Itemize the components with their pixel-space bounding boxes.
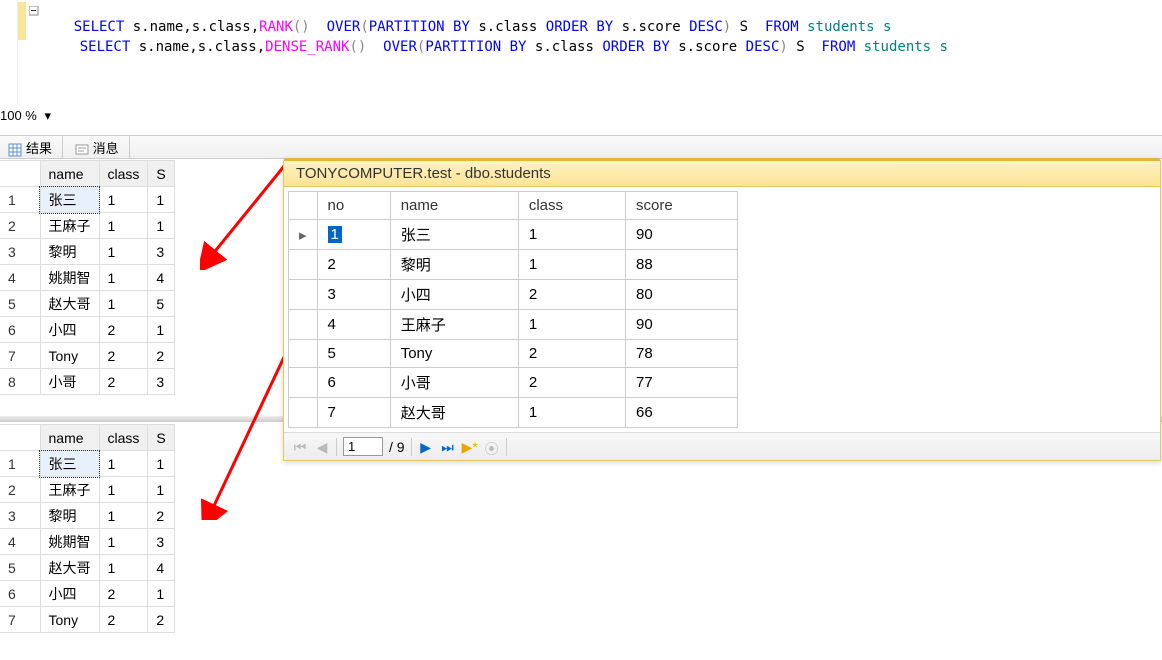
line-highlight (18, 2, 26, 40)
col-class[interactable]: class (518, 192, 625, 220)
preview-title: TONYCOMPUTER.test - dbo.students (284, 161, 1160, 187)
preview-grid[interactable]: no name class score ▸1张三190 2黎明188 3小四28… (288, 191, 738, 428)
col-name[interactable]: name (40, 425, 99, 451)
table-row[interactable]: 5Tony278 (289, 340, 738, 368)
nav-stop-icon[interactable]: ⦿ (484, 439, 500, 455)
grid-icon (8, 143, 22, 157)
nav-next-icon[interactable]: ▶ (418, 439, 434, 455)
table-preview-window[interactable]: TONYCOMPUTER.test - dbo.students no name… (283, 158, 1161, 461)
row-indicator-header (289, 192, 318, 220)
annotation-arrow-1 (200, 160, 290, 270)
col-name[interactable]: name (390, 192, 518, 220)
record-navigator: ⏮ ◀ / 9 ▶ ⏭ ▶* ⦿ (284, 432, 1160, 460)
separator (411, 438, 412, 456)
table-row[interactable]: 4姚期智14 (0, 265, 174, 291)
selected-cell[interactable]: 1 (328, 226, 342, 243)
result-grid-1[interactable]: name class S 1张三11 2王麻子11 3黎明13 4姚期智14 5… (0, 160, 175, 395)
table-row[interactable]: 8小哥23 (0, 369, 174, 395)
table-row[interactable]: 1张三11 (0, 187, 174, 213)
nav-new-icon[interactable]: ▶* (462, 439, 478, 455)
table-row[interactable]: 5赵大哥15 (0, 291, 174, 317)
col-name[interactable]: name (40, 161, 99, 187)
table-row[interactable]: 4王麻子190 (289, 310, 738, 340)
tab-messages-label: 消息 (93, 141, 119, 156)
nav-last-icon[interactable]: ⏭ (440, 439, 456, 455)
table-row[interactable]: 6小四21 (0, 581, 174, 607)
col-class[interactable]: class (99, 425, 148, 451)
row-header-blank (0, 425, 40, 451)
nav-total: / 9 (389, 439, 405, 455)
col-score[interactable]: score (625, 192, 737, 220)
table-row[interactable]: 6小哥277 (289, 368, 738, 398)
table-row[interactable]: 1张三11 (0, 451, 174, 477)
separator (336, 438, 337, 456)
annotation-arrow-2 (200, 350, 290, 520)
nav-prev-icon[interactable]: ◀ (314, 439, 330, 455)
table-row[interactable]: 2王麻子11 (0, 213, 174, 239)
current-row-indicator-icon: ▸ (289, 220, 318, 250)
nav-first-icon[interactable]: ⏮ (292, 439, 308, 455)
table-row[interactable]: 5赵大哥14 (0, 555, 174, 581)
col-no[interactable]: no (317, 192, 390, 220)
table-row[interactable]: 3黎明13 (0, 239, 174, 265)
tab-messages[interactable]: 消息 (67, 136, 130, 158)
sql-line-2[interactable]: SELECT s.name,s.class,DENSE_RANK() OVER(… (46, 23, 948, 71)
message-icon (75, 143, 89, 157)
row-header-blank (0, 161, 40, 187)
table-row[interactable]: 7Tony22 (0, 343, 174, 369)
col-s[interactable]: S (148, 161, 174, 187)
zoom-dropdown[interactable]: 100 % ▾ (0, 108, 95, 128)
nav-current-input[interactable] (343, 437, 383, 456)
tab-results[interactable]: 结果 (0, 136, 63, 158)
table-row[interactable]: 7赵大哥166 (289, 398, 738, 428)
result-grid-2[interactable]: name class S 1张三11 2王麻子11 3黎明12 4姚期智13 5… (0, 424, 175, 633)
separator (506, 438, 507, 456)
table-row[interactable]: 2黎明188 (289, 250, 738, 280)
table-row[interactable]: 7Tony22 (0, 607, 174, 633)
table-row[interactable]: 2王麻子11 (0, 477, 174, 503)
col-class[interactable]: class (99, 161, 148, 187)
sql-editor[interactable]: SELECT s.name,s.class,RANK() OVER(PARTIT… (0, 0, 1162, 105)
editor-gutter (0, 0, 18, 105)
col-s[interactable]: S (148, 425, 174, 451)
chevron-down-icon: ▾ (45, 108, 52, 124)
results-tab-bar: 结果 消息 (0, 135, 1162, 159)
table-row[interactable]: 3黎明12 (0, 503, 174, 529)
table-row[interactable]: 3小四280 (289, 280, 738, 310)
table-row[interactable]: ▸1张三190 (289, 220, 738, 250)
zoom-value: 100 % (0, 108, 37, 123)
table-row[interactable]: 6小四21 (0, 317, 174, 343)
tab-results-label: 结果 (26, 141, 52, 156)
table-row[interactable]: 4姚期智13 (0, 529, 174, 555)
